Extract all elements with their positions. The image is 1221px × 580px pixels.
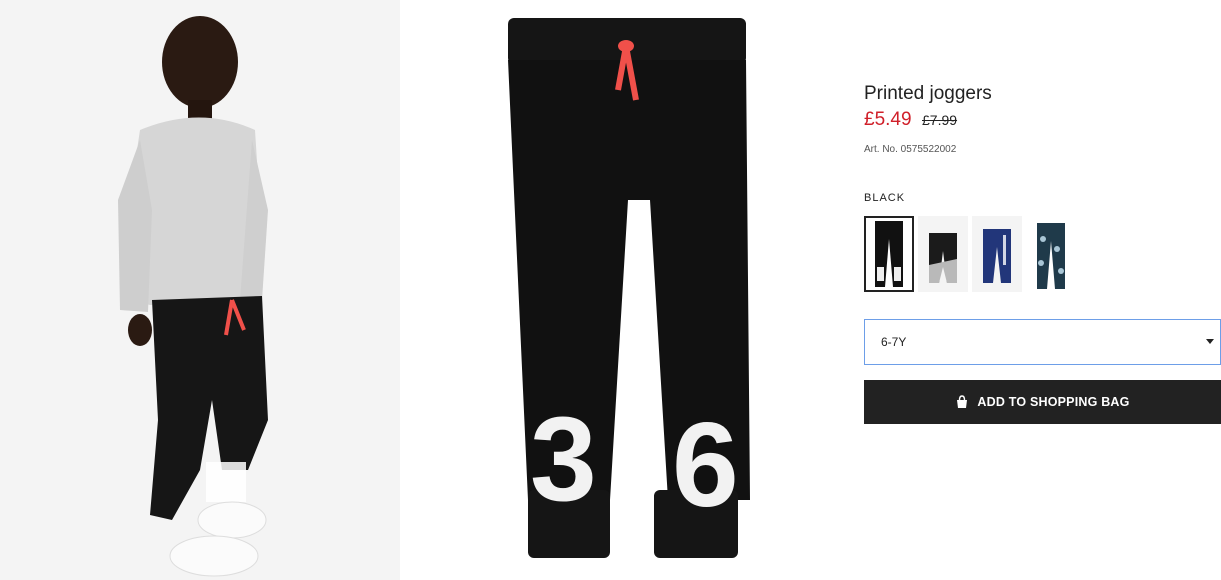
product-details: Printed joggers £5.49 £7.99 Art. No. 057… (864, 82, 1221, 424)
svg-text:6: 6 (672, 398, 739, 532)
swatch-navy[interactable] (972, 216, 1022, 292)
sale-price: £5.49 (864, 109, 912, 130)
price-row: £5.49 £7.99 (864, 108, 1221, 132)
size-select[interactable]: 6-7Y (864, 319, 1221, 365)
size-select-value: 6-7Y (881, 335, 907, 349)
add-to-bag-button[interactable]: ADD TO SHOPPING BAG (864, 380, 1221, 424)
selected-color-name: BLACK (864, 192, 906, 204)
product-title: Printed joggers (864, 83, 992, 104)
chevron-down-icon (1206, 339, 1214, 344)
swatch-dark-blue-print[interactable] (1026, 216, 1076, 292)
swatch-black[interactable] (864, 216, 914, 292)
product-photo[interactable]: 3 6 (450, 0, 800, 580)
original-price: £7.99 (922, 112, 958, 128)
article-number: Art. No. 0575522002 (864, 144, 957, 155)
swatch-black-grey[interactable] (918, 216, 968, 292)
svg-text:3: 3 (530, 392, 597, 526)
add-to-bag-label: ADD TO SHOPPING BAG (977, 395, 1130, 409)
model-photo[interactable] (0, 0, 400, 580)
shopping-bag-icon (955, 395, 969, 409)
color-swatches (864, 216, 1221, 292)
